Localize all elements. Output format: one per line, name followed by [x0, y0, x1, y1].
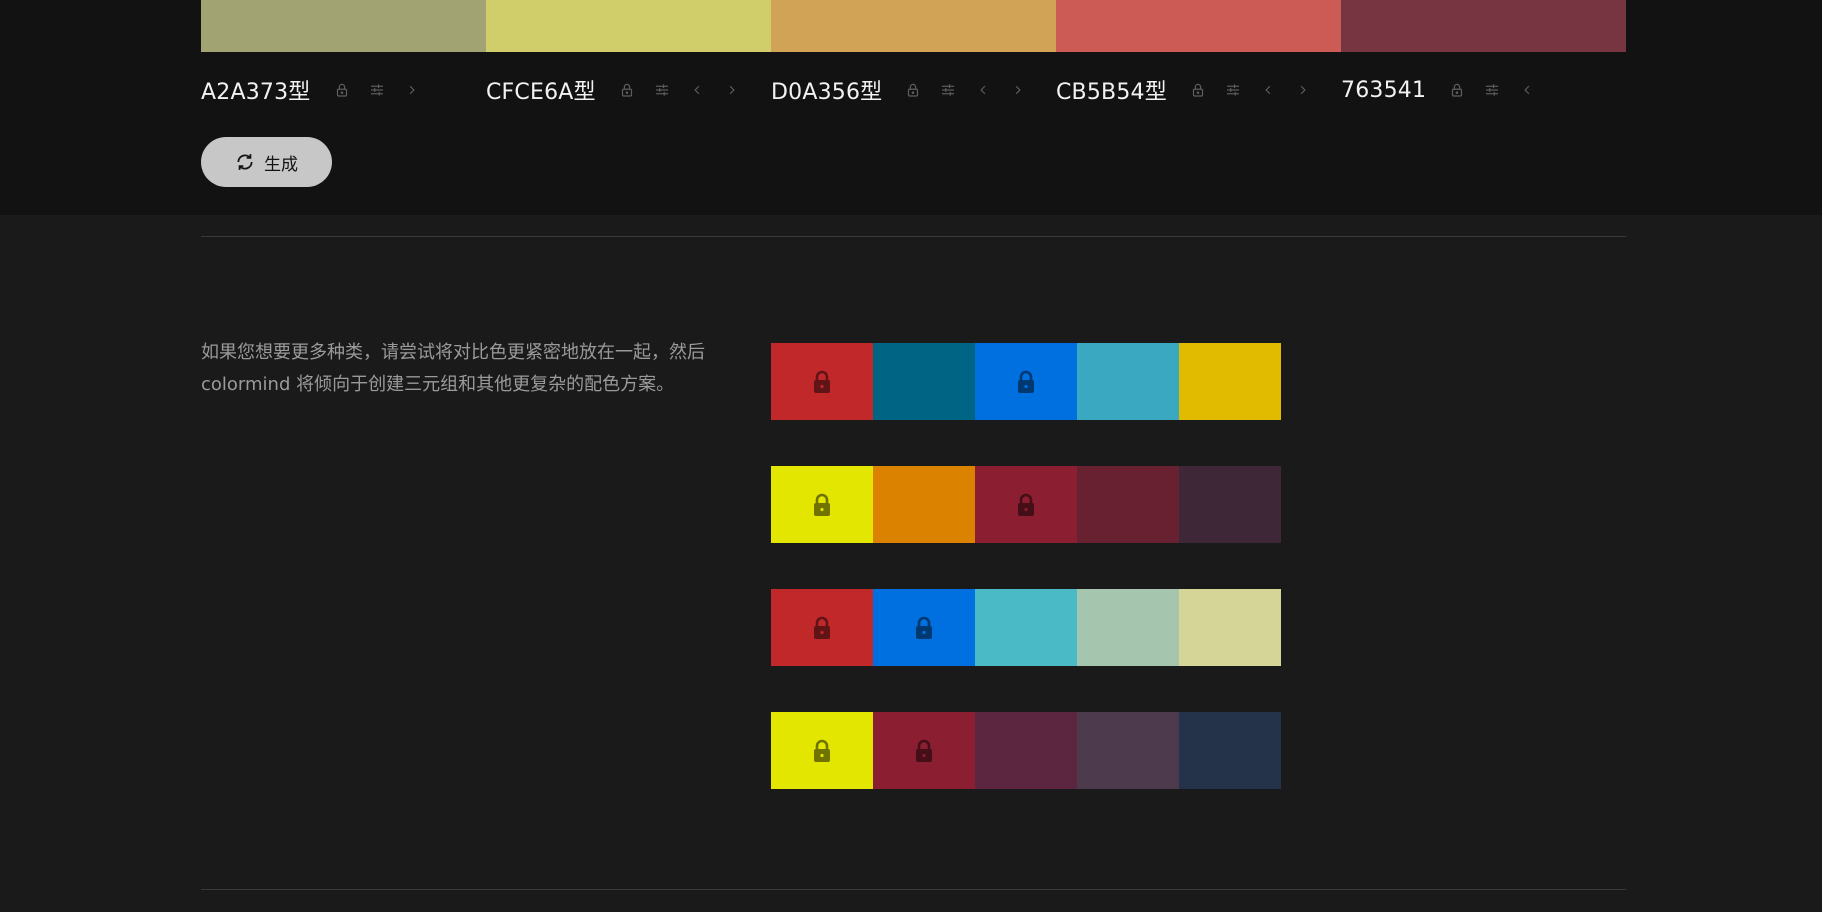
example-swatch	[771, 466, 873, 543]
chevron-right-icon[interactable]	[401, 79, 423, 101]
example-swatch	[975, 466, 1077, 543]
palette-column-2: CFCE6A型	[486, 72, 771, 108]
example-swatch	[873, 589, 975, 666]
lock-open-icon[interactable]	[902, 79, 924, 101]
lock-icon	[1018, 493, 1034, 516]
sliders-icon[interactable]	[1481, 79, 1503, 101]
palette-swatch-1[interactable]	[201, 0, 486, 52]
palette-swatch-3[interactable]	[771, 0, 1056, 52]
lock-icon	[916, 739, 932, 762]
example-palette-4	[771, 712, 1281, 789]
lock-icon	[814, 616, 830, 639]
palette-labels: A2A373型 CFCE6A型 D0A356型 CB5B54型 763541	[201, 72, 1626, 108]
tip-text: 如果您想要更多种类，请尝试将对比色更紧密地放在一起，然后 colormind 将…	[201, 342, 705, 395]
generate-label: 生成	[264, 154, 298, 175]
example-swatch	[1077, 712, 1179, 789]
palette-column-1: A2A373型	[201, 72, 486, 108]
lock-open-icon[interactable]	[1187, 79, 1209, 101]
example-swatch	[975, 589, 1077, 666]
top-palette-section: A2A373型 CFCE6A型 D0A356型 CB5B54型 763541 生成	[0, 0, 1822, 215]
hex-label[interactable]: CFCE6A型	[486, 74, 596, 106]
example-swatch	[1179, 712, 1281, 789]
example-swatch	[1179, 589, 1281, 666]
chevron-left-icon[interactable]	[686, 79, 708, 101]
example-swatch	[1179, 466, 1281, 543]
refresh-icon	[237, 154, 253, 170]
example-swatch	[771, 343, 873, 420]
chevron-right-icon[interactable]	[1292, 79, 1314, 101]
lock-icon	[916, 616, 932, 639]
hex-label[interactable]: A2A373型	[201, 74, 311, 106]
palette-bar	[201, 0, 1626, 52]
example-palette-2	[771, 466, 1281, 543]
chevron-left-icon[interactable]	[1257, 79, 1279, 101]
example-swatch	[873, 466, 975, 543]
example-swatch	[873, 712, 975, 789]
chevron-left-icon[interactable]	[1516, 79, 1538, 101]
example-palette-1	[771, 343, 1281, 420]
lock-icon	[1018, 370, 1034, 393]
sliders-icon[interactable]	[937, 79, 959, 101]
lock-icon	[814, 493, 830, 516]
generate-button[interactable]: 生成	[201, 137, 332, 187]
example-swatch	[771, 712, 873, 789]
hex-label[interactable]: D0A356型	[771, 74, 882, 106]
lock-icon	[814, 370, 830, 393]
palette-swatch-4[interactable]	[1056, 0, 1341, 52]
example-swatch	[771, 589, 873, 666]
lock-open-icon[interactable]	[331, 79, 353, 101]
example-swatch	[1077, 589, 1179, 666]
example-swatch	[1077, 466, 1179, 543]
chevron-right-icon[interactable]	[721, 79, 743, 101]
sliders-icon[interactable]	[1222, 79, 1244, 101]
palette-swatch-2[interactable]	[486, 0, 771, 52]
sliders-icon[interactable]	[651, 79, 673, 101]
divider-top	[201, 236, 1626, 237]
example-swatch	[975, 712, 1077, 789]
palette-column-3: D0A356型	[771, 72, 1056, 108]
sliders-icon[interactable]	[366, 79, 388, 101]
example-swatch	[873, 343, 975, 420]
example-palette-3	[771, 589, 1281, 666]
lock-open-icon[interactable]	[1446, 79, 1468, 101]
hex-label[interactable]: 763541	[1341, 78, 1426, 103]
palette-swatch-5[interactable]	[1341, 0, 1626, 52]
divider-bottom	[201, 889, 1626, 890]
chevron-left-icon[interactable]	[972, 79, 994, 101]
example-swatch	[975, 343, 1077, 420]
example-swatch	[1179, 343, 1281, 420]
lock-icon	[814, 739, 830, 762]
palette-column-4: CB5B54型	[1056, 72, 1341, 108]
palette-column-5: 763541	[1341, 72, 1626, 108]
lock-open-icon[interactable]	[616, 79, 638, 101]
hex-label[interactable]: CB5B54型	[1056, 74, 1167, 106]
example-swatch	[1077, 343, 1179, 420]
chevron-right-icon[interactable]	[1007, 79, 1029, 101]
